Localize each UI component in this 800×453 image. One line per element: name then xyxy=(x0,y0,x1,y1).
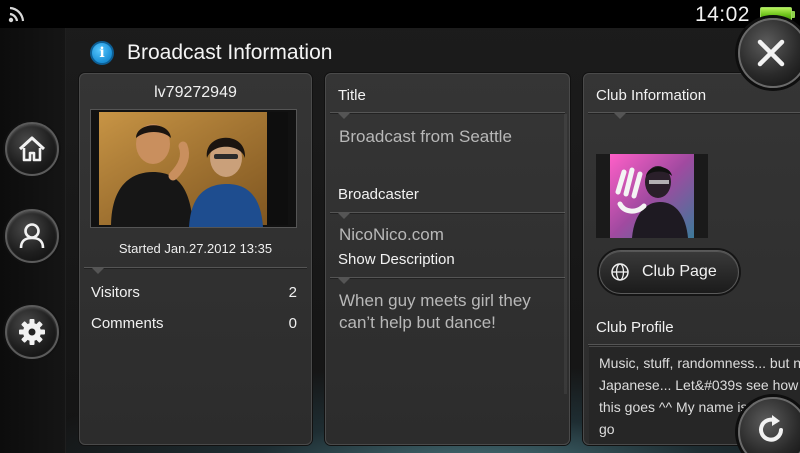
details-panel: Title Broadcast from Seattle Broadcaster… xyxy=(325,73,570,445)
home-icon xyxy=(18,136,46,162)
scrollbar[interactable] xyxy=(564,114,567,394)
start-time: Started Jan.27.2012 13:35 xyxy=(118,241,273,256)
screen: 14:02 i Broadcast Information lv79272949… xyxy=(0,0,800,453)
stat-comments: Comments 0 xyxy=(91,315,297,332)
divider xyxy=(588,344,800,345)
refresh-icon xyxy=(759,415,783,442)
wifi-icon xyxy=(8,6,25,23)
stat-value: 0 xyxy=(288,315,297,332)
club-page-label: Club Page xyxy=(642,263,717,280)
club-page-button[interactable]: Club Page xyxy=(599,250,739,294)
divider xyxy=(330,112,565,113)
close-button[interactable] xyxy=(738,18,800,88)
gear-icon xyxy=(19,319,45,345)
stat-label: Comments xyxy=(91,315,164,332)
person-icon xyxy=(19,223,45,249)
home-button[interactable] xyxy=(5,122,59,176)
broadcast-photo xyxy=(91,110,296,227)
description-text: When guy meets girl they can’t help but … xyxy=(339,291,531,332)
info-icon: i xyxy=(90,41,114,65)
divider-notch xyxy=(338,278,350,284)
divider-notch xyxy=(338,213,350,219)
page-title: Broadcast Information xyxy=(127,41,333,64)
broadcaster-value[interactable]: NicoNico.com xyxy=(339,225,444,245)
status-bar: 14:02 xyxy=(0,0,800,28)
club-avatar xyxy=(610,154,694,238)
close-icon xyxy=(757,39,785,67)
description-label: Show Description xyxy=(338,251,455,268)
broadcaster-label: Broadcaster xyxy=(338,186,419,203)
club-info-label: Club Information xyxy=(596,87,707,104)
club-panel: Club Information Club Page Club Profile … xyxy=(583,73,800,445)
clock: 14:02 xyxy=(694,3,750,26)
stat-visitors: Visitors 2 xyxy=(91,284,297,301)
club-thumbnail[interactable] xyxy=(596,154,708,238)
divider-notch xyxy=(338,113,350,119)
broadcast-title: Broadcast from Seattle xyxy=(339,127,512,146)
user-id: lv79272949 xyxy=(154,84,237,101)
broadcaster-panel: lv79272949 Started Jan.27.2012 13:35 Vis… xyxy=(79,73,312,445)
divider-notch xyxy=(614,113,626,119)
divider xyxy=(330,212,565,213)
club-profile-label: Club Profile xyxy=(596,319,674,336)
settings-button[interactable] xyxy=(5,305,59,359)
divider-notch xyxy=(92,268,104,274)
stat-label: Visitors xyxy=(91,284,140,301)
globe-icon xyxy=(611,263,629,281)
nav-rail xyxy=(0,28,66,453)
broadcast-thumbnail[interactable] xyxy=(90,109,297,228)
divider xyxy=(330,277,565,278)
stat-value: 2 xyxy=(288,284,297,301)
profile-button[interactable] xyxy=(5,209,59,263)
title-label: Title xyxy=(338,87,366,104)
divider xyxy=(84,267,307,268)
